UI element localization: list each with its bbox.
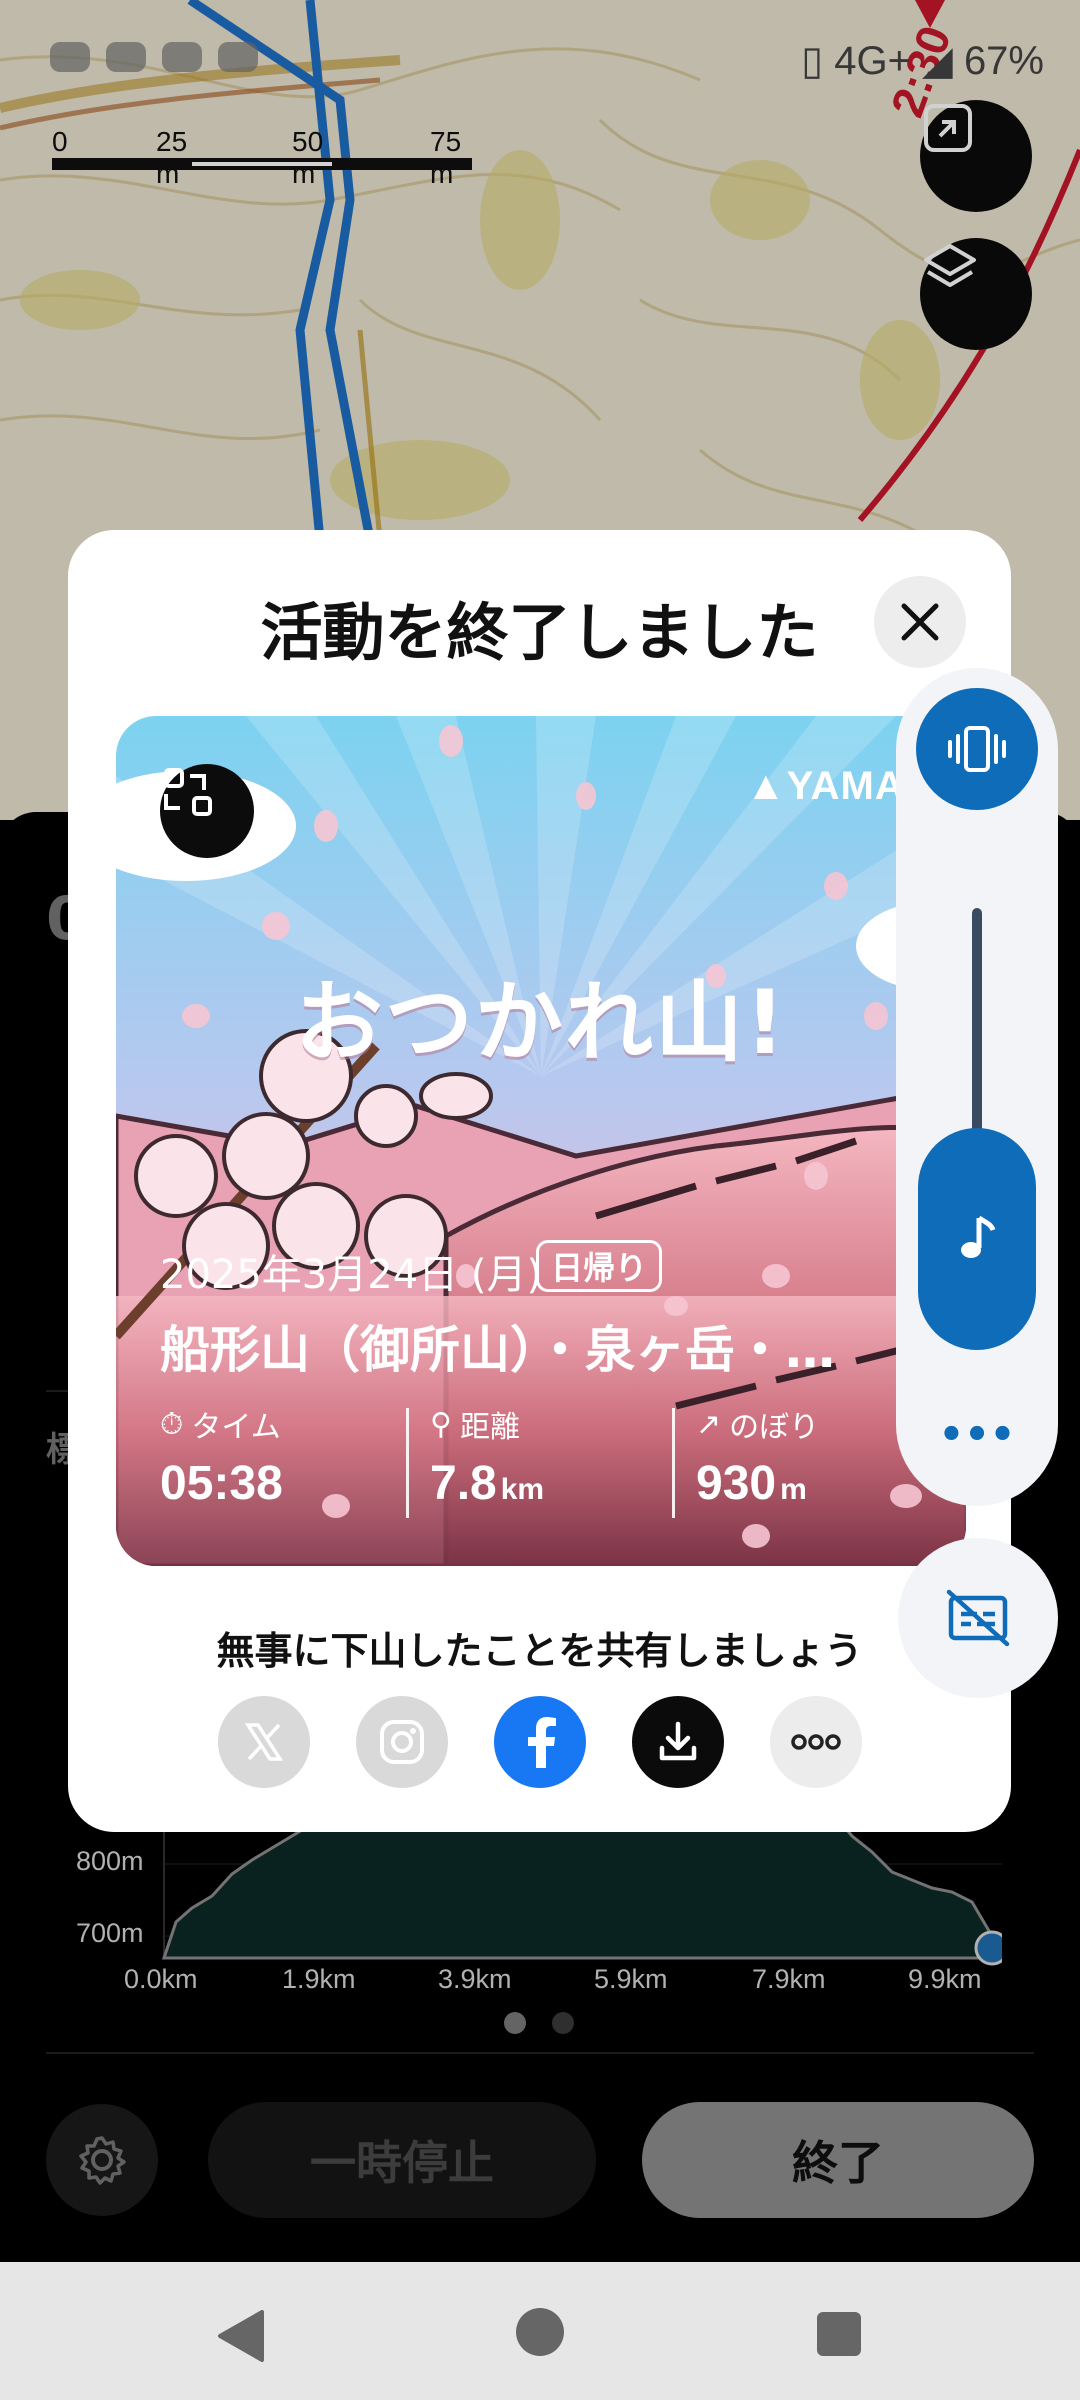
dialog-title: 活動を終了しました bbox=[260, 596, 819, 669]
stat-unit: m bbox=[780, 1473, 807, 1506]
ascent-icon: ↗ bbox=[696, 1406, 722, 1442]
home-icon[interactable] bbox=[516, 2308, 564, 2356]
stat-label: タイム bbox=[191, 1410, 281, 1445]
volume-more-button[interactable]: ••• bbox=[896, 1412, 1058, 1458]
stat-unit: km bbox=[500, 1473, 545, 1506]
share-more-button[interactable] bbox=[770, 1696, 862, 1788]
stat-label: 距離 bbox=[459, 1410, 520, 1445]
stat-value: 7.8 bbox=[430, 1457, 497, 1510]
swap-card-button[interactable] bbox=[160, 764, 254, 858]
close-icon bbox=[901, 603, 939, 641]
share-prompt: 無事に下山したことを共有しましょう bbox=[216, 1629, 863, 1673]
volume-panel: ••• bbox=[896, 668, 1058, 1506]
card-headline: おつかれ山! bbox=[294, 971, 788, 1074]
download-button[interactable] bbox=[632, 1696, 724, 1788]
share-card: ▲YAMA おつかれ山! 2025年3月24日 (月) 日帰り 船形山（御所山）… bbox=[116, 716, 966, 1566]
share-facebook-button[interactable] bbox=[494, 1696, 586, 1788]
stat-ascent: ↗ のぼり 930 m bbox=[696, 1402, 819, 1511]
back-icon[interactable] bbox=[214, 2308, 268, 2364]
x-icon bbox=[244, 1723, 284, 1761]
facebook-icon bbox=[528, 1717, 556, 1768]
activity-finished-dialog: 活動を終了しました ▲YAMA おつかれ山! 2025年3月24日 (月) 日帰… bbox=[68, 530, 1011, 1832]
recents-icon[interactable] bbox=[817, 2312, 861, 2356]
stat-time: ⏱ タイム 05:38 bbox=[160, 1402, 283, 1511]
instagram-icon bbox=[380, 1720, 424, 1764]
download-icon bbox=[659, 1721, 697, 1761]
volume-slider-thumb[interactable] bbox=[918, 1128, 1036, 1350]
stopwatch-icon: ⏱ bbox=[160, 1406, 184, 1442]
stat-label: のぼり bbox=[729, 1410, 820, 1445]
caption-off-icon bbox=[946, 1589, 1010, 1647]
swap-icon bbox=[164, 768, 212, 816]
more-icon bbox=[791, 1734, 841, 1750]
system-nav-bar bbox=[0, 2262, 1080, 2400]
live-caption-button[interactable] bbox=[898, 1538, 1058, 1698]
close-button[interactable] bbox=[874, 576, 966, 668]
vibrate-icon bbox=[948, 726, 1006, 772]
day-trip-badge: 日帰り bbox=[536, 1240, 663, 1292]
route-icon: ⚲ bbox=[430, 1406, 452, 1442]
stat-value: 930 bbox=[696, 1457, 777, 1510]
stat-value: 05:38 bbox=[160, 1457, 283, 1510]
brand-mark-icon: ▲ bbox=[746, 764, 787, 808]
brand-logo: ▲YAMA bbox=[746, 764, 905, 809]
activity-date: 2025年3月24日 (月) bbox=[160, 1252, 543, 1298]
share-x-button[interactable] bbox=[218, 1696, 310, 1788]
stat-distance: ⚲ 距離 7.8 km bbox=[430, 1402, 544, 1511]
brand-text: YAMA bbox=[786, 764, 905, 808]
music-note-icon bbox=[961, 1215, 996, 1258]
share-instagram-button[interactable] bbox=[356, 1696, 448, 1788]
mountain-names: 船形山（御所山）・泉ヶ岳・… bbox=[160, 1321, 835, 1379]
vibrate-mode-button[interactable] bbox=[916, 688, 1038, 810]
